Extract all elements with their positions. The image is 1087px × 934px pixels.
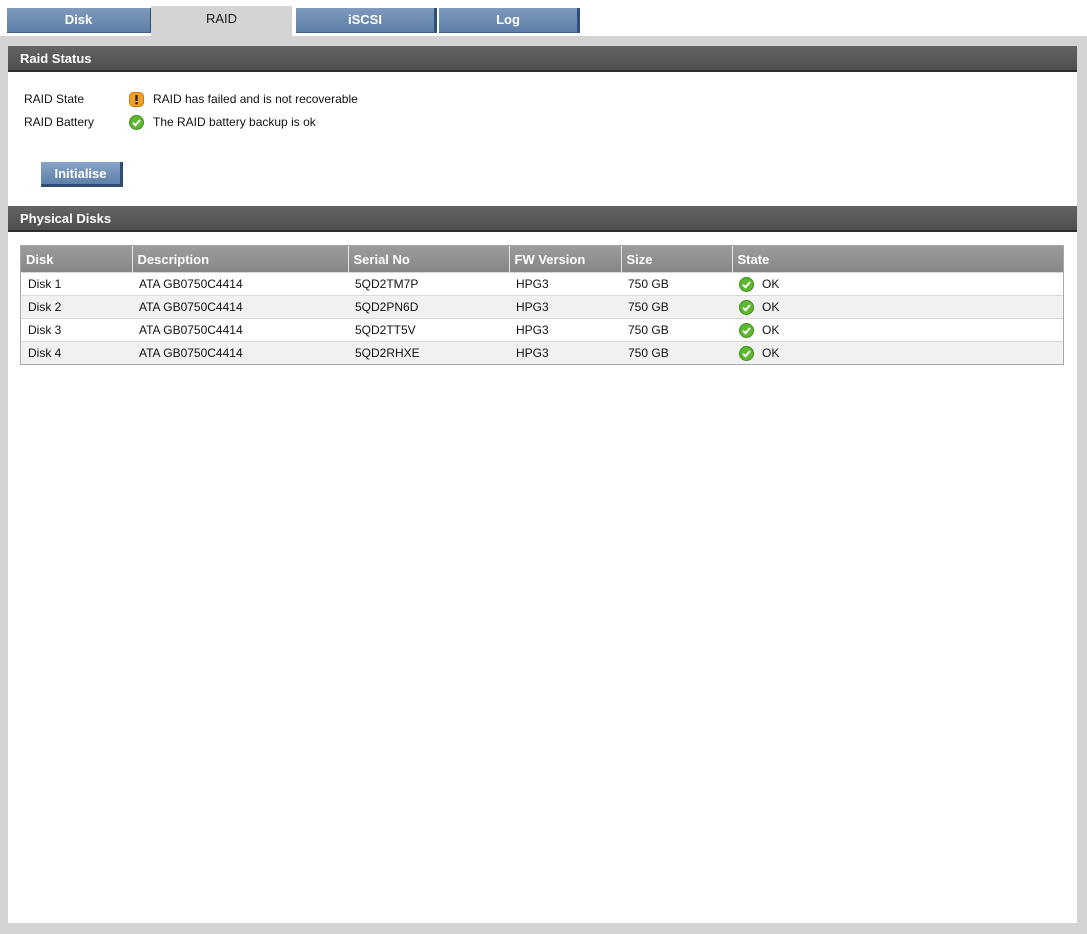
raid-state-text: RAID has failed and is not recoverable bbox=[153, 92, 358, 106]
tab-raid[interactable]: RAID bbox=[151, 6, 292, 37]
fw-cell: HPG3 bbox=[509, 295, 621, 319]
tab-bar: Disk RAID iSCSI Log bbox=[0, 0, 1087, 37]
warning-icon bbox=[129, 92, 144, 107]
ok-check-icon bbox=[739, 322, 754, 338]
description-cell: ATA GB0750C4414 bbox=[132, 295, 348, 319]
ok-check-icon bbox=[739, 345, 754, 361]
column-header-state[interactable]: State bbox=[732, 246, 1063, 273]
disk-cell: Disk 1 bbox=[21, 272, 132, 296]
state-text: OK bbox=[762, 277, 780, 291]
state-cell: OK bbox=[732, 272, 1063, 296]
disk-cell: Disk 4 bbox=[21, 341, 132, 364]
raid-state-label: RAID State bbox=[24, 92, 85, 106]
tab-disk[interactable]: Disk bbox=[7, 8, 153, 33]
serial-cell: 5QD2RHXE bbox=[348, 341, 509, 364]
column-header-disk[interactable]: Disk bbox=[21, 246, 133, 273]
disk-cell: Disk 3 bbox=[21, 318, 132, 342]
physical-disks-table: Disk Description Serial No FW Version Si… bbox=[20, 245, 1064, 365]
physical-disks-header: Physical Disks bbox=[8, 206, 1077, 232]
state-text: OK bbox=[762, 323, 780, 337]
size-cell: 750 GB bbox=[621, 341, 732, 364]
column-header-fw-version[interactable]: FW Version bbox=[509, 246, 622, 273]
tab-log[interactable]: Log bbox=[439, 8, 580, 33]
state-text: OK bbox=[762, 300, 780, 314]
ok-check-icon bbox=[739, 299, 754, 315]
description-cell: ATA GB0750C4414 bbox=[132, 318, 348, 342]
column-header-size[interactable]: Size bbox=[621, 246, 733, 273]
disk-cell: Disk 2 bbox=[21, 295, 132, 319]
fw-cell: HPG3 bbox=[509, 341, 621, 364]
size-cell: 750 GB bbox=[621, 318, 732, 342]
raid-battery-text: The RAID battery backup is ok bbox=[153, 115, 316, 129]
serial-cell: 5QD2TM7P bbox=[348, 272, 509, 296]
column-header-serial-no[interactable]: Serial No bbox=[348, 246, 510, 273]
content-panel: Raid Status RAID State RAID has failed a… bbox=[8, 46, 1077, 923]
initialise-button[interactable]: Initialise bbox=[41, 162, 123, 187]
raid-battery-label: RAID Battery bbox=[24, 115, 95, 129]
state-cell: OK bbox=[732, 295, 1063, 319]
raid-state-row: RAID State RAID has failed and is not re… bbox=[24, 89, 524, 109]
serial-cell: 5QD2TT5V bbox=[348, 318, 509, 342]
description-cell: ATA GB0750C4414 bbox=[132, 341, 348, 364]
table-row[interactable]: Disk 2 ATA GB0750C4414 5QD2PN6D HPG3 750… bbox=[21, 295, 1063, 319]
tab-iscsi[interactable]: iSCSI bbox=[296, 8, 437, 33]
state-cell: OK bbox=[732, 341, 1063, 364]
size-cell: 750 GB bbox=[621, 295, 732, 319]
raid-battery-row: RAID Battery The RAID battery backup is … bbox=[24, 112, 524, 132]
state-text: OK bbox=[762, 346, 780, 360]
state-cell: OK bbox=[732, 318, 1063, 342]
table-header-row: Disk Description Serial No FW Version Si… bbox=[21, 246, 1063, 273]
table-row[interactable]: Disk 1 ATA GB0750C4414 5QD2TM7P HPG3 750… bbox=[21, 272, 1063, 296]
raid-status-header: Raid Status bbox=[8, 46, 1077, 72]
ok-check-icon bbox=[129, 115, 144, 130]
table-row[interactable]: Disk 3 ATA GB0750C4414 5QD2TT5V HPG3 750… bbox=[21, 318, 1063, 342]
description-cell: ATA GB0750C4414 bbox=[132, 272, 348, 296]
fw-cell: HPG3 bbox=[509, 318, 621, 342]
column-header-description[interactable]: Description bbox=[132, 246, 349, 273]
ok-check-icon bbox=[739, 276, 754, 292]
content-frame: Raid Status RAID State RAID has failed a… bbox=[0, 36, 1087, 934]
serial-cell: 5QD2PN6D bbox=[348, 295, 509, 319]
size-cell: 750 GB bbox=[621, 272, 732, 296]
table-row[interactable]: Disk 4 ATA GB0750C4414 5QD2RHXE HPG3 750… bbox=[21, 341, 1063, 364]
fw-cell: HPG3 bbox=[509, 272, 621, 296]
